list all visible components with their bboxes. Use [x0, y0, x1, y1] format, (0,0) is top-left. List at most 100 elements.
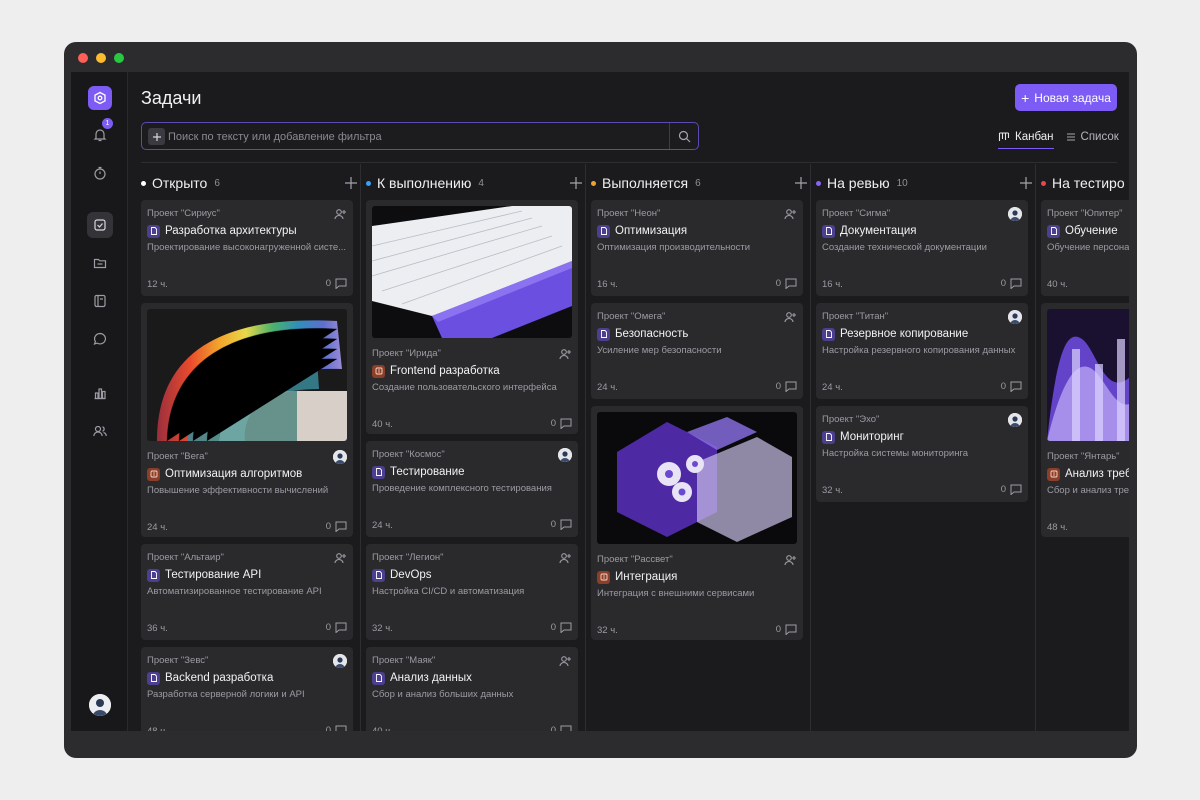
card-hours: 48 ч. — [1047, 522, 1068, 533]
column-divider — [1035, 164, 1036, 731]
assignee-avatar[interactable] — [558, 448, 572, 462]
task-card[interactable]: Проект "Ирида" Frontend разработка Создани… — [366, 200, 578, 434]
new-task-button[interactable]: + Новая задача — [1015, 84, 1117, 111]
task-card[interactable]: Проект "Янтарь" Анализ треб Сбор и анализ … — [1041, 303, 1129, 537]
sidebar-item-reports[interactable] — [87, 380, 113, 406]
task-card[interactable]: Проект "Космос" Тестирование Проведение ко… — [366, 441, 578, 537]
card-project: Проект "Зевс" — [147, 655, 209, 666]
assignee-avatar[interactable] — [1008, 207, 1022, 221]
card-title-row: Интеграция — [597, 570, 677, 584]
logo-icon[interactable] — [88, 86, 112, 110]
assignee-avatar[interactable] — [1008, 413, 1022, 427]
column-4: На тестиро Проект "Юпитер" Обучение Обучени… — [1041, 164, 1129, 731]
card-description: Обучение персона — [1047, 242, 1129, 253]
task-card[interactable]: Проект "Сигма" Документация Создание техни… — [816, 200, 1028, 296]
card-comments[interactable]: 0 — [1001, 381, 1022, 392]
search-input[interactable] — [168, 127, 658, 146]
add-card-icon[interactable] — [344, 176, 358, 190]
sidebar-item-docs[interactable] — [87, 288, 113, 314]
comment-icon — [335, 725, 347, 731]
card-comments[interactable]: 0 — [551, 519, 572, 530]
card-title: Резервное копирование — [840, 328, 969, 340]
card-comments[interactable]: 0 — [551, 418, 572, 429]
assignee-avatar[interactable] — [333, 450, 347, 464]
add-user-icon[interactable] — [783, 310, 797, 324]
task-card[interactable]: Проект "Эхо" Мониторинг Настройка системы … — [816, 406, 1028, 502]
card-project: Проект "Сириус" — [147, 208, 220, 219]
add-card-icon[interactable] — [1019, 176, 1033, 190]
card-comments[interactable]: 0 — [1001, 278, 1022, 289]
add-user-icon[interactable] — [783, 207, 797, 221]
task-card[interactable]: Проект "Омега" Безопасность Усиление мер б… — [591, 303, 803, 399]
maximize-window-button[interactable] — [114, 53, 124, 63]
doc-icon — [147, 224, 160, 238]
card-comments[interactable]: 0 — [551, 725, 572, 731]
bell-icon — [93, 129, 107, 142]
card-comments[interactable]: 0 — [776, 278, 797, 289]
card-comments[interactable]: 0 — [326, 278, 347, 289]
comment-count: 0 — [1000, 278, 1006, 289]
sidebar-item-chat[interactable] — [87, 326, 113, 352]
task-card[interactable]: Проект "Зевс" Backend разработка Разработк… — [141, 647, 353, 731]
comment-count: 0 — [550, 725, 556, 731]
task-card[interactable]: Проект "Маяк" Анализ данных Сбор и анализ … — [366, 647, 578, 731]
card-description: Настройка системы мониторинга — [822, 448, 969, 459]
assignee-avatar[interactable] — [1008, 310, 1022, 324]
task-card[interactable]: Проект "Титан" Резервное копирование Настр… — [816, 303, 1028, 399]
card-title-row: Безопасность — [597, 327, 688, 341]
doc-icon — [372, 568, 385, 582]
add-user-icon[interactable] — [558, 551, 572, 565]
sidebar-item-folders[interactable] — [87, 250, 113, 276]
close-window-button[interactable] — [78, 53, 88, 63]
sidebar-item-notifications[interactable]: 1 — [87, 118, 113, 148]
card-comments[interactable]: 0 — [776, 381, 797, 392]
task-card[interactable]: Проект "Вега" Оптимизация алгоритмов Повыш… — [141, 303, 353, 537]
task-card[interactable]: Проект "Легион" DevOps Настройка CI/CD и а… — [366, 544, 578, 640]
sidebar-item-tasks[interactable] — [87, 212, 113, 238]
tab-kanban[interactable]: Канбан — [998, 129, 1054, 149]
card-comments[interactable]: 0 — [326, 521, 347, 532]
card-description: Усиление мер безопасности — [597, 345, 722, 356]
column-title: К выполнению — [377, 175, 472, 191]
comment-count: 0 — [325, 622, 331, 633]
card-comments[interactable]: 0 — [326, 725, 347, 731]
add-filter-button[interactable] — [148, 128, 165, 145]
add-user-icon[interactable] — [558, 654, 572, 668]
sidebar-item-team[interactable] — [87, 418, 113, 444]
task-card[interactable]: Проект "Альтаир" Тестирование API Автомати… — [141, 544, 353, 640]
task-card[interactable]: Проект "Юпитер" Обучение Обучение персона 4… — [1041, 200, 1129, 296]
add-user-icon[interactable] — [333, 551, 347, 565]
card-description: Настройка резервного копирования данных — [822, 345, 1016, 356]
add-user-icon[interactable] — [783, 553, 797, 567]
task-card[interactable]: Проект "Сириус" Разработка архитектуры Про… — [141, 200, 353, 296]
minimize-window-button[interactable] — [96, 53, 106, 63]
assignee-avatar[interactable] — [333, 654, 347, 668]
notification-badge: 1 — [102, 118, 113, 129]
card-comments[interactable]: 0 — [326, 622, 347, 633]
doc-icon — [597, 224, 610, 238]
add-user-icon[interactable] — [333, 207, 347, 221]
tab-list[interactable]: Список — [1066, 129, 1119, 149]
card-title: Интеграция — [615, 571, 678, 583]
task-card[interactable]: Проект "Неон" Оптимизация Оптимизация прои… — [591, 200, 803, 296]
card-comments[interactable]: 0 — [551, 622, 572, 633]
card-comments[interactable]: 0 — [1001, 484, 1022, 495]
column-title: На ревью — [827, 175, 890, 191]
card-cover-image — [597, 412, 797, 544]
card-hours: 24 ч. — [597, 382, 618, 393]
card-comments[interactable]: 0 — [776, 624, 797, 635]
search-button[interactable] — [669, 123, 698, 149]
comment-icon — [560, 725, 572, 731]
sidebar-item-timer[interactable] — [87, 160, 113, 186]
add-card-icon[interactable] — [569, 176, 583, 190]
add-user-icon[interactable] — [558, 347, 572, 361]
column-title: Открыто — [152, 175, 208, 191]
plus-icon: + — [1021, 89, 1030, 106]
column-0: Открыто 6 Проект "Сириус" Разработка архите… — [141, 164, 366, 731]
user-avatar[interactable] — [89, 694, 111, 716]
list-icon — [1066, 133, 1075, 141]
task-card[interactable]: Проект "Рассвет" Интеграция Интеграция с в… — [591, 406, 803, 640]
search-icon — [678, 130, 690, 142]
add-card-icon[interactable] — [794, 176, 808, 190]
card-cover-image — [147, 309, 347, 441]
